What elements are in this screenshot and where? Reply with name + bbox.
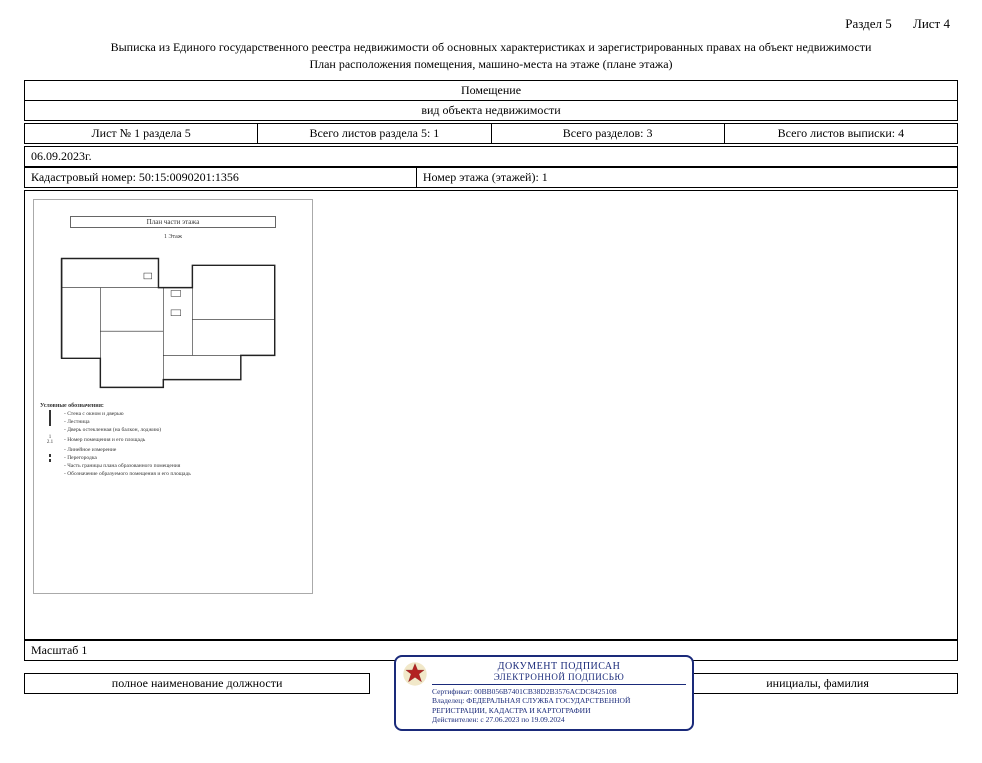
title-line1: Выписка из Единого государственного реес…: [24, 40, 958, 55]
object-header-table: Помещение вид объекта недвижимости: [24, 80, 958, 121]
legend-title: Условные обозначения:: [40, 403, 306, 409]
section-label: Раздел 5: [845, 16, 892, 31]
stamp-title2: ЭЛЕКТРОННОЙ ПОДПИСЬЮ: [432, 672, 686, 685]
legend-item-wall: - Стена с окном и дверью: [40, 411, 306, 417]
legend-item-room-number: 12.1- Номер помещения и его площадь: [40, 435, 306, 445]
stamp-certificate: Сертификат: 00BB056B7401CB38D2B3576ACDC8…: [432, 687, 686, 696]
plan-container: План части этажа 1 Этаж: [24, 190, 958, 640]
floor-plan-drawing: [40, 244, 306, 399]
meta-table: Лист № 1 раздела 5 Всего листов раздела …: [24, 123, 958, 144]
legend-item-door: - Дверь остекленная (на балкон, лоджию): [40, 427, 306, 433]
legend-item-partition: - Перегородка: [40, 455, 306, 461]
floor-number: Номер этажа (этажей): 1: [416, 168, 957, 188]
legend-item-formed-room: - Обозначение образуемого помещения и ег…: [40, 471, 306, 477]
object-type-label: вид объекта недвижимости: [25, 101, 958, 121]
sheet-label: Лист 4: [913, 16, 950, 31]
signature-name: инициалы, фамилия: [678, 674, 958, 694]
plan-sheet: План части этажа 1 Этаж: [33, 199, 313, 594]
date-table: 06.09.2023г.: [24, 146, 958, 167]
meta-total-sections: Всего разделов: 3: [491, 124, 724, 144]
document-date: 06.09.2023г.: [25, 147, 958, 167]
title-line2: План расположения помещения, машино-мест…: [24, 57, 958, 72]
page-header: Раздел 5 Лист 4: [24, 12, 958, 36]
signature-area: полное наименование должности инициалы, …: [24, 673, 958, 694]
emblem-icon: [402, 661, 428, 687]
title-block: Выписка из Единого государственного реес…: [24, 36, 958, 80]
stamp-owner: Владелец: ФЕДЕРАЛЬНАЯ СЛУЖБА ГОСУДАРСТВЕ…: [432, 696, 686, 715]
document-page: Раздел 5 Лист 4 Выписка из Единого госуд…: [0, 0, 982, 706]
cadastral-table: Кадастровый номер: 50:15:0090201:1356 Но…: [24, 167, 958, 188]
legend-item-stairs: - Лестница: [40, 419, 306, 425]
cadastral-number: Кадастровый номер: 50:15:0090201:1356: [25, 168, 417, 188]
plan-subtitle: 1 Этаж: [40, 234, 306, 240]
plan-title: План части этажа: [70, 216, 276, 228]
meta-sheet-of-section: Лист № 1 раздела 5: [25, 124, 258, 144]
meta-total-section-sheets: Всего листов раздела 5: 1: [258, 124, 491, 144]
stamp-title1: ДОКУМЕНТ ПОДПИСАН: [432, 661, 686, 672]
meta-total-sheets: Всего листов выписки: 4: [724, 124, 957, 144]
stamp-validity: Действителен: с 27.06.2023 по 19.09.2024: [432, 715, 686, 724]
digital-signature-stamp: ДОКУМЕНТ ПОДПИСАН ЭЛЕКТРОННОЙ ПОДПИСЬЮ С…: [394, 655, 694, 731]
signature-position: полное наименование должности: [25, 674, 370, 694]
legend-item-linear: - Линейное измерение: [40, 447, 306, 453]
legend-item-boundary: - Часть границы плана образованного поме…: [40, 463, 306, 469]
object-type-value: Помещение: [25, 81, 958, 101]
